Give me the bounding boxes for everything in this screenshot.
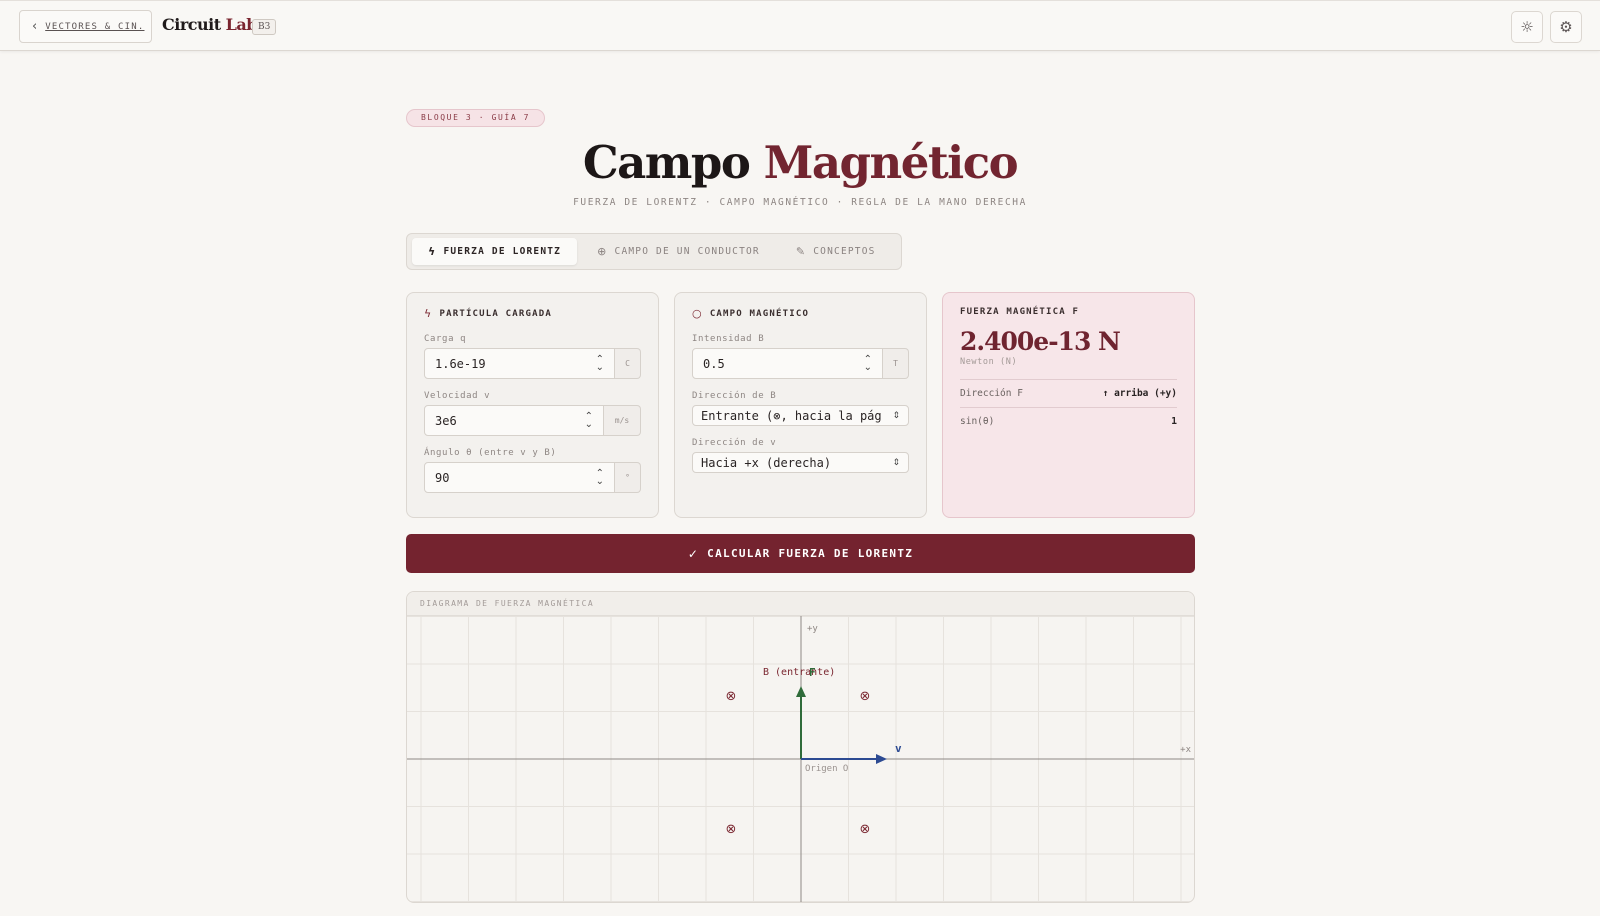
circle-icon: ○ bbox=[692, 307, 703, 320]
select-arrows-icon: ⇕ bbox=[892, 410, 900, 421]
tab-label: CAMPO DE UN CONDUCTOR bbox=[614, 246, 760, 257]
result-card-header: FUERZA MAGNÉTICA F bbox=[960, 307, 1177, 317]
b-direction-select[interactable]: Entrante (⊗, hacia la pág ⇕ bbox=[692, 405, 909, 426]
check-icon: ✓ bbox=[687, 546, 700, 561]
force-unit: Newton (N) bbox=[960, 357, 1018, 367]
velocity-unit: m/s bbox=[604, 405, 641, 436]
magnetic-field-card: ○ CAMPO MAGNÉTICO Intensidad B 0.5 ⌃ ⌄ T … bbox=[674, 292, 927, 518]
origin-label: Origen O bbox=[805, 764, 848, 774]
calculate-button-label: CALCULAR FUERZA DE LORENTZ bbox=[707, 547, 914, 560]
page-title-accent: Magnético bbox=[763, 136, 1019, 189]
velocity-field: Velocidad v 3e6 ⌃ ⌄ m/s bbox=[424, 391, 641, 436]
force-direction-value: ↑ arriba (+y) bbox=[1102, 388, 1177, 399]
force-direction-label: Dirección F bbox=[960, 388, 1023, 399]
section-pill: BLOQUE 3 · GUÍA 7 bbox=[406, 109, 546, 127]
field-into-page-icon: ⊗ bbox=[860, 689, 871, 704]
tab-bar: ϟ FUERZA DE LORENTZ ⊕ CAMPO DE UN CONDUC… bbox=[406, 233, 902, 270]
stepper-icon[interactable]: ⌃ ⌄ bbox=[596, 468, 604, 486]
select-arrows-icon: ⇕ bbox=[892, 457, 900, 468]
field-card-title: CAMPO MAGNÉTICO bbox=[709, 308, 810, 319]
diagram-title: DIAGRAMA DE FUERZA MAGNÉTICA bbox=[407, 592, 1194, 616]
page-title-primary: Campo bbox=[582, 136, 751, 189]
particle-card-header: ϟ PARTÍCULA CARGADA bbox=[424, 307, 641, 320]
tab-lorentz-force[interactable]: ϟ FUERZA DE LORENTZ bbox=[412, 238, 578, 265]
v-direction-field: Dirección de v Hacia +x (derecha) ⇕ bbox=[692, 438, 909, 473]
charge-value: 1.6e-19 bbox=[435, 356, 486, 371]
force-arrowhead bbox=[796, 686, 806, 697]
gear-icon: ⚙ bbox=[1559, 18, 1573, 36]
sun-icon: ☼ bbox=[1520, 18, 1534, 36]
tab-label: FUERZA DE LORENTZ bbox=[443, 246, 562, 257]
chevron-left-icon: ‹ bbox=[32, 19, 38, 34]
angle-label: Ángulo θ (entre v y B) bbox=[424, 448, 557, 458]
result-card: FUERZA MAGNÉTICA F 2.400e-13 N Newton (N… bbox=[942, 292, 1195, 518]
brand-logo: Circuit Lab bbox=[162, 15, 257, 34]
particle-card-title: PARTÍCULA CARGADA bbox=[439, 308, 552, 319]
charge-unit: C bbox=[615, 348, 641, 379]
field-card-header: ○ CAMPO MAGNÉTICO bbox=[692, 307, 909, 320]
calculate-button[interactable]: ✓ CALCULAR FUERZA DE LORENTZ bbox=[406, 534, 1195, 573]
b-field-label: B (entrante) bbox=[763, 667, 835, 678]
back-button-label: VECTORES & CIN. bbox=[45, 21, 145, 32]
b-direction-field: Dirección de B Entrante (⊗, hacia la pág… bbox=[692, 391, 909, 426]
intensity-label: Intensidad B bbox=[692, 334, 765, 344]
velocity-value: 3e6 bbox=[435, 413, 457, 428]
stepper-icon[interactable]: ⌃ ⌄ bbox=[596, 354, 604, 372]
brand-badge: B3 bbox=[252, 19, 277, 35]
circle-plus-icon: ⊕ bbox=[597, 245, 608, 258]
stepper-icon[interactable]: ⌃ ⌄ bbox=[585, 411, 593, 429]
v-direction-label: Dirección de v bbox=[692, 438, 777, 448]
back-button[interactable]: ‹ VECTORES & CIN. bbox=[19, 10, 152, 43]
angle-input[interactable]: 90 ⌃ ⌄ bbox=[424, 462, 615, 493]
velocity-input[interactable]: 3e6 ⌃ ⌄ bbox=[424, 405, 604, 436]
sin-row: sin(θ) 1 bbox=[960, 407, 1177, 435]
page-title: Campo Magnético bbox=[0, 136, 1600, 189]
result-card-title: FUERZA MAGNÉTICA F bbox=[960, 307, 1080, 317]
b-direction-label: Dirección de B bbox=[692, 391, 777, 401]
intensity-input[interactable]: 0.5 ⌃ ⌄ bbox=[692, 348, 883, 379]
angle-unit: ° bbox=[615, 462, 641, 493]
force-diagram: DIAGRAMA DE FUERZA MAGNÉTICA +y +x B (en… bbox=[406, 591, 1195, 903]
bolt-icon: ϟ bbox=[428, 245, 437, 258]
particle-card: ϟ PARTÍCULA CARGADA Carga q 1.6e-19 ⌃ ⌄ C… bbox=[406, 292, 659, 518]
pencil-icon: ✎ bbox=[795, 245, 807, 258]
charge-input[interactable]: 1.6e-19 ⌃ ⌄ bbox=[424, 348, 615, 379]
field-into-page-icon: ⊗ bbox=[726, 689, 737, 704]
page-subtitle: FUERZA DE LORENTZ · CAMPO MAGNÉTICO · RE… bbox=[573, 197, 1027, 208]
angle-value: 90 bbox=[435, 470, 450, 485]
brand-primary: Circuit bbox=[162, 15, 221, 34]
force-direction-row: Dirección F ↑ arriba (+y) bbox=[960, 379, 1177, 407]
angle-field: Ángulo θ (entre v y B) 90 ⌃ ⌄ ° bbox=[424, 448, 641, 493]
field-into-page-icon: ⊗ bbox=[726, 822, 737, 837]
tab-conductor-field[interactable]: ⊕ CAMPO DE UN CONDUCTOR bbox=[581, 238, 776, 265]
intensity-field: Intensidad B 0.5 ⌃ ⌄ T bbox=[692, 334, 909, 379]
field-into-page-icon: ⊗ bbox=[860, 822, 871, 837]
v-direction-select[interactable]: Hacia +x (derecha) ⇕ bbox=[692, 452, 909, 473]
bolt-icon: ϟ bbox=[424, 307, 433, 320]
intensity-value: 0.5 bbox=[703, 356, 725, 371]
v-direction-value: Hacia +x (derecha) bbox=[701, 455, 832, 470]
sin-label: sin(θ) bbox=[960, 416, 995, 427]
stepper-icon[interactable]: ⌃ ⌄ bbox=[864, 354, 872, 372]
diagram-canvas: +y +x B (entrante) ⊗ ⊗ ⊗ ⊗ F v Origen O bbox=[407, 616, 1194, 902]
y-axis-label: +y bbox=[807, 624, 818, 634]
settings-button[interactable]: ⚙ bbox=[1550, 11, 1582, 43]
force-value: 2.400e-13 N bbox=[960, 327, 1121, 356]
sin-value: 1 bbox=[1171, 416, 1177, 427]
tab-label: CONCEPTOS bbox=[813, 246, 876, 257]
tab-concepts[interactable]: ✎ CONCEPTOS bbox=[780, 238, 892, 265]
theme-toggle-button[interactable]: ☼ bbox=[1511, 11, 1543, 43]
velocity-arrowhead bbox=[876, 754, 887, 764]
intensity-unit: T bbox=[883, 348, 909, 379]
b-direction-value: Entrante (⊗, hacia la pág bbox=[701, 408, 882, 423]
top-bar: ‹ VECTORES & CIN. Circuit Lab B3 ☼ ⚙ bbox=[0, 0, 1600, 51]
velocity-vector-label: v bbox=[895, 742, 902, 755]
force-vector-label: F bbox=[809, 666, 816, 679]
charge-label: Carga q bbox=[424, 334, 467, 344]
x-axis-label: +x bbox=[1180, 745, 1191, 755]
charge-field: Carga q 1.6e-19 ⌃ ⌄ C bbox=[424, 334, 641, 379]
velocity-label: Velocidad v bbox=[424, 391, 491, 401]
